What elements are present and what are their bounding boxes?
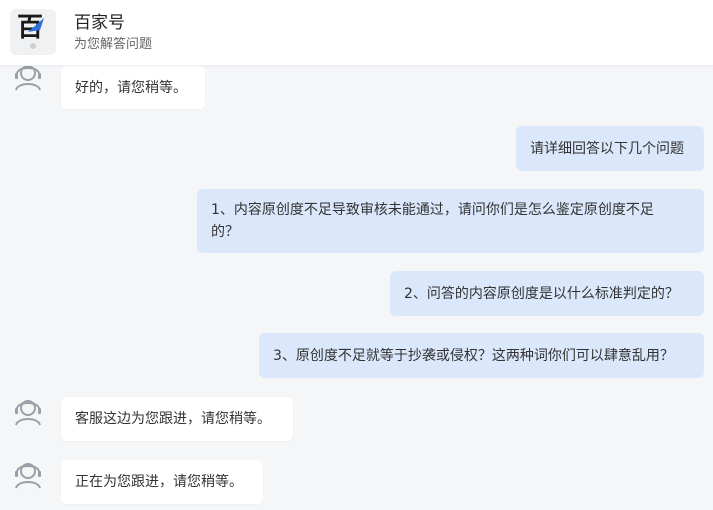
message-text: 1、内容原创度不足导致审核未能通过，请问你们是怎么鉴定原创度不足的？	[211, 202, 654, 240]
message-text: 好的，请您稍等。	[75, 79, 187, 96]
agent-avatar-icon	[15, 400, 41, 426]
agent-avatar-icon	[15, 463, 41, 489]
message-bubble-user: 3、原创度不足就等于抄袭或侵权？这两种词你们可以肆意乱用？	[259, 333, 704, 378]
chat-header: 百 百家号 为您解答问题	[0, 0, 713, 66]
header-title: 百家号	[74, 13, 125, 33]
baijiahao-logo: 百	[10, 9, 56, 55]
message-bubble-agent: 客服这边为您跟进，请您稍等。	[61, 397, 293, 441]
message-text: 客服这边为您跟进，请您稍等。	[75, 411, 271, 427]
message-text: 正在为您跟进，请您稍等。	[75, 474, 243, 490]
message-bubble-agent: 正在为您跟进，请您稍等。	[61, 460, 263, 504]
message-text: 2、问答的内容原创度是以什么标准判定的？	[404, 285, 679, 302]
message-bubble-user: 2、问答的内容原创度是以什么标准判定的？	[390, 271, 704, 316]
message-bubble-user: 请详细回答以下几个问题	[516, 126, 704, 171]
message-bubble-user: 1、内容原创度不足导致审核未能通过，请问你们是怎么鉴定原创度不足的？	[197, 189, 704, 253]
message-bubble-agent: 好的，请您稍等。	[61, 66, 205, 109]
message-text: 3、原创度不足就等于抄袭或侵权？这两种词你们可以肆意乱用？	[273, 347, 674, 364]
header-subtitle: 为您解答问题	[74, 37, 153, 52]
message-text: 请详细回答以下几个问题	[530, 140, 684, 157]
